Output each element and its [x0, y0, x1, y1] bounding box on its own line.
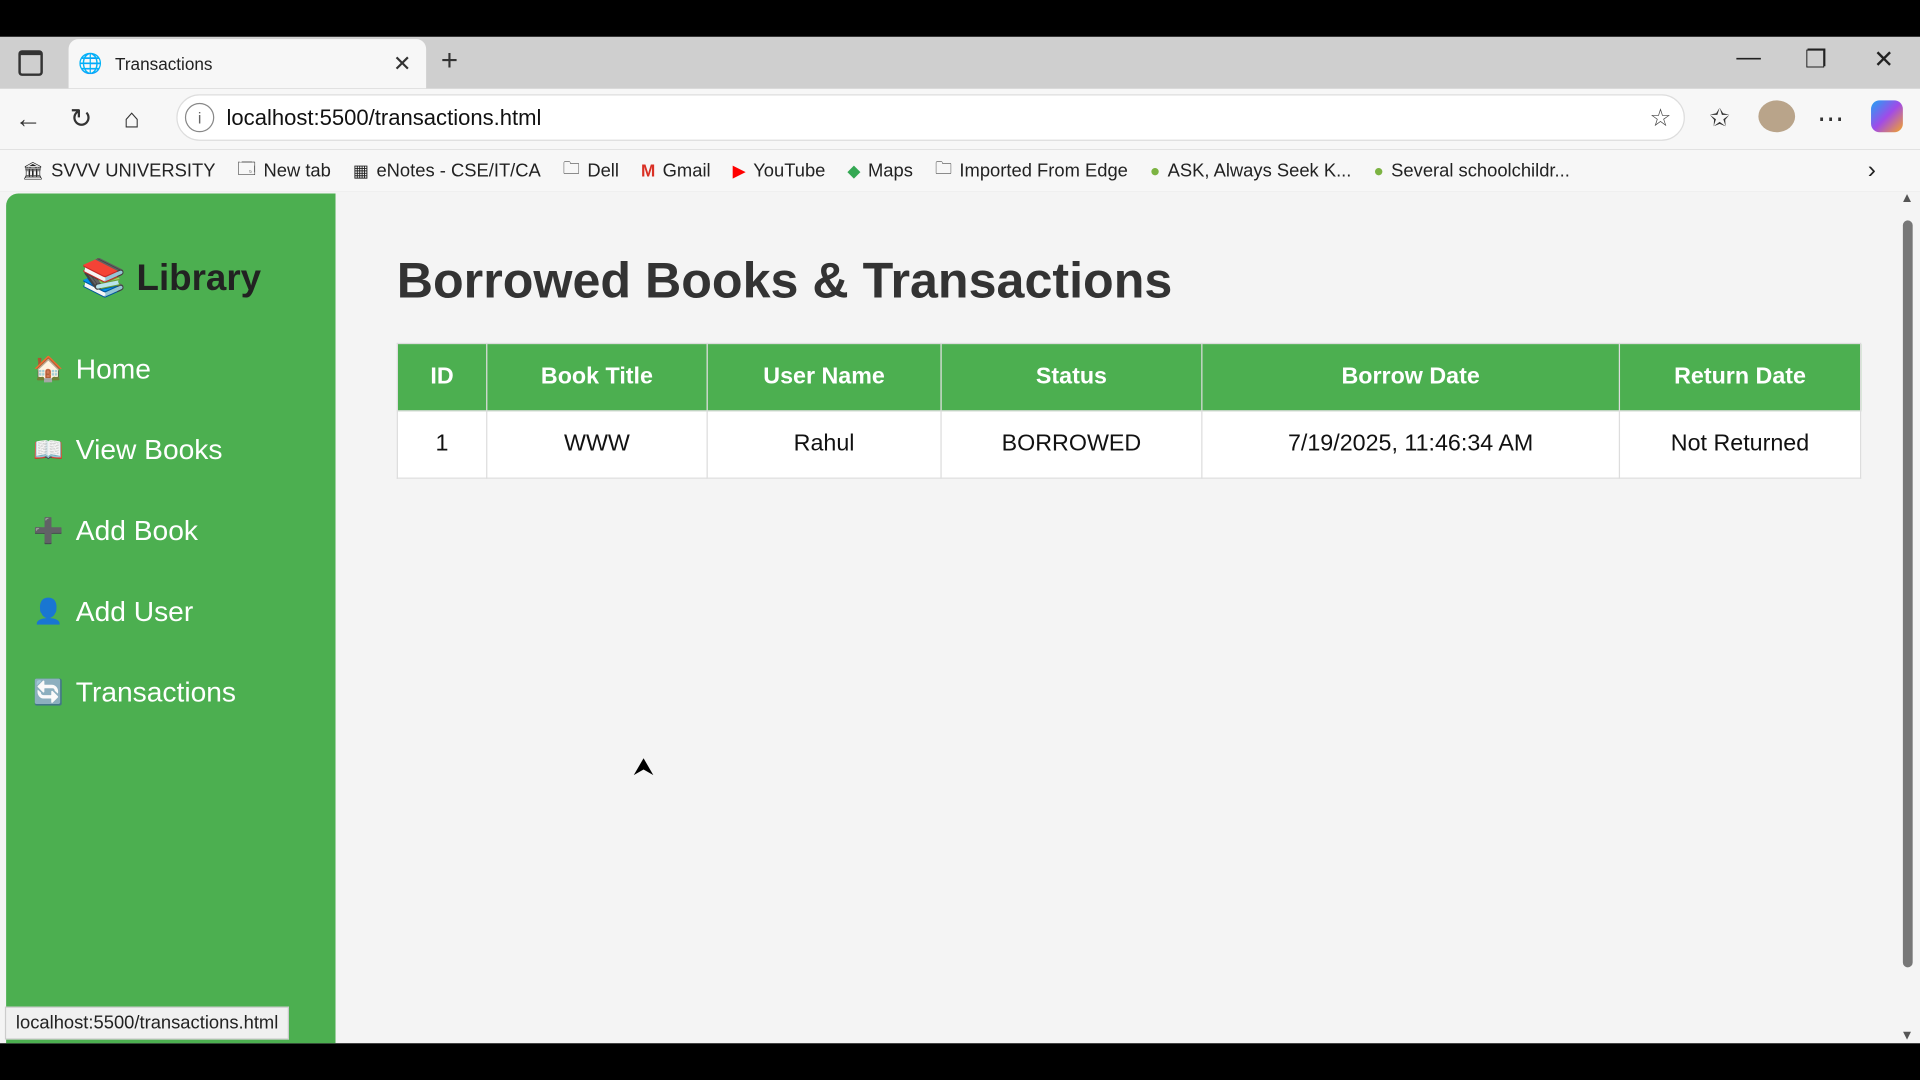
minimize-icon[interactable]: — [1736, 44, 1760, 72]
bookmark-item[interactable]: 🗀 Dell [563, 156, 619, 185]
status-bar-url: localhost:5500/transactions.html [4, 1006, 290, 1040]
bookmark-item[interactable]: M Gmail [641, 160, 711, 181]
refresh-icon: 🔄 [33, 679, 64, 707]
house-icon: 🏠 [33, 356, 64, 384]
page-title: Borrowed Books & Transactions [396, 252, 1173, 309]
sidebar-toggle-icon[interactable] [18, 50, 43, 76]
cell-status: BORROWED [940, 410, 1203, 479]
bookmark-item[interactable]: ◆ Maps [847, 160, 912, 181]
home-icon[interactable]: ⌂ [124, 103, 140, 135]
leaf-icon: ● [1373, 160, 1384, 181]
url-text: localhost:5500/transactions.html [226, 104, 542, 130]
back-icon[interactable]: ← [15, 103, 42, 135]
bookmark-item[interactable]: ● ASK, Always Seek K... [1150, 160, 1351, 181]
column-header: Borrow Date [1201, 342, 1621, 412]
sidebar-item-add-user[interactable]: 👤 Add User [33, 595, 193, 628]
tab-transactions[interactable]: 🌐 Transactions ✕ [68, 39, 427, 89]
scrollbar-thumb[interactable] [1902, 220, 1913, 968]
restore-icon[interactable]: ❐ [1805, 44, 1827, 75]
column-header: Status [940, 342, 1203, 412]
tab-bar: 🌐 Transactions ✕ + — ❐ ✕ [0, 36, 1920, 89]
user-icon: 👤 [33, 598, 64, 626]
reload-icon[interactable]: ↻ [70, 103, 93, 135]
sidebar-logo: 📚 Library [80, 258, 262, 299]
table-header-row: ID Book Title User Name Status Borrow Da… [396, 342, 1862, 412]
column-header: ID [396, 342, 488, 412]
column-header: User Name [706, 342, 942, 412]
plus-icon: ➕ [33, 517, 64, 545]
scroll-up-icon[interactable]: ▲ [1900, 191, 1913, 206]
mouse-cursor-icon: ⮝ [633, 754, 654, 782]
cell-borrow-date: 7/19/2025, 11:46:34 AM [1201, 410, 1621, 479]
browser-toolbar: ← ↻ ⌂ i localhost:5500/transactions.html… [0, 88, 1920, 150]
favorites-icon[interactable]: ✩ [1709, 103, 1730, 134]
bookmarks-bar: 🏛 SVVV UNIVERSITY 🗔 New tab ▦ eNotes - CSE/… [0, 149, 1920, 192]
leaf-icon: ● [1149, 160, 1161, 181]
info-icon[interactable]: i [184, 102, 215, 133]
bookmark-item[interactable]: 🗀 Imported From Edge [935, 156, 1128, 185]
column-header: Return Date [1618, 342, 1862, 412]
gmail-icon: M [641, 160, 656, 181]
enotes-icon: ▦ [352, 159, 370, 180]
maps-icon: ◆ [847, 159, 861, 180]
sidebar-item-add-book[interactable]: ➕ Add Book [33, 514, 198, 547]
cell-user-name: Rahul [706, 410, 942, 479]
bookmark-item[interactable]: ▶ YouTube [733, 160, 826, 181]
folder-icon: 🗀 [562, 157, 580, 178]
bookmark-item[interactable]: 🗔 New tab [238, 156, 331, 185]
copilot-icon[interactable] [1871, 100, 1903, 133]
bookmark-item[interactable]: ● Several schoolchildr... [1373, 160, 1569, 181]
youtube-icon: ▶ [732, 159, 746, 180]
scroll-down-icon[interactable]: ▼ [1900, 1029, 1913, 1044]
new-tab-button[interactable]: + [441, 44, 458, 78]
cell-book-title: WWW [486, 410, 708, 479]
university-logo-icon: 🏛 [22, 159, 44, 180]
new-tab-icon: 🗔 [237, 157, 257, 178]
column-header: Book Title [486, 342, 708, 412]
transactions-table: ID Book Title User Name Status Borrow Da… [396, 342, 1862, 479]
bookmark-item[interactable]: ▦ eNotes - CSE/IT/CA [353, 160, 541, 181]
sidebar-item-transactions[interactable]: 🔄 Transactions [33, 676, 236, 709]
close-window-icon[interactable]: ✕ [1873, 44, 1894, 75]
sidebar-item-view-books[interactable]: 📖 View Books [33, 433, 222, 466]
address-bar[interactable]: i localhost:5500/transactions.html ☆ [176, 94, 1685, 141]
cell-return-date: Not Returned [1618, 410, 1862, 479]
profile-avatar[interactable] [1758, 100, 1796, 133]
folder-icon: 🗀 [934, 157, 953, 178]
books-icon: 📚 [80, 258, 127, 299]
open-book-icon: 📖 [33, 437, 64, 465]
tab-title: Transactions [115, 53, 213, 74]
bookmark-item[interactable]: 🏛 SVVV UNIVERSITY [22, 160, 215, 181]
cell-id: 1 [396, 410, 488, 479]
globe-icon: 🌐 [78, 53, 103, 75]
favorite-star-icon[interactable]: ☆ [1649, 102, 1671, 133]
chevron-right-icon[interactable]: › [1868, 156, 1876, 184]
table-row: 1 WWW Rahul BORROWED 7/19/2025, 11:46:34… [396, 410, 1862, 479]
sidebar-item-home[interactable]: 🏠 Home [33, 353, 151, 386]
page-content: 📚 Library 🏠 Home 📖 View Books ➕ Add Book 👤 A… [0, 191, 1920, 1044]
close-tab-icon[interactable]: ✕ [393, 51, 411, 77]
more-menu-icon[interactable]: ⋯ [1817, 103, 1844, 135]
sidebar: 📚 Library 🏠 Home 📖 View Books ➕ Add Book 👤 A… [6, 193, 336, 1044]
scrollbar[interactable]: ▲ ▼ [1900, 191, 1913, 1044]
